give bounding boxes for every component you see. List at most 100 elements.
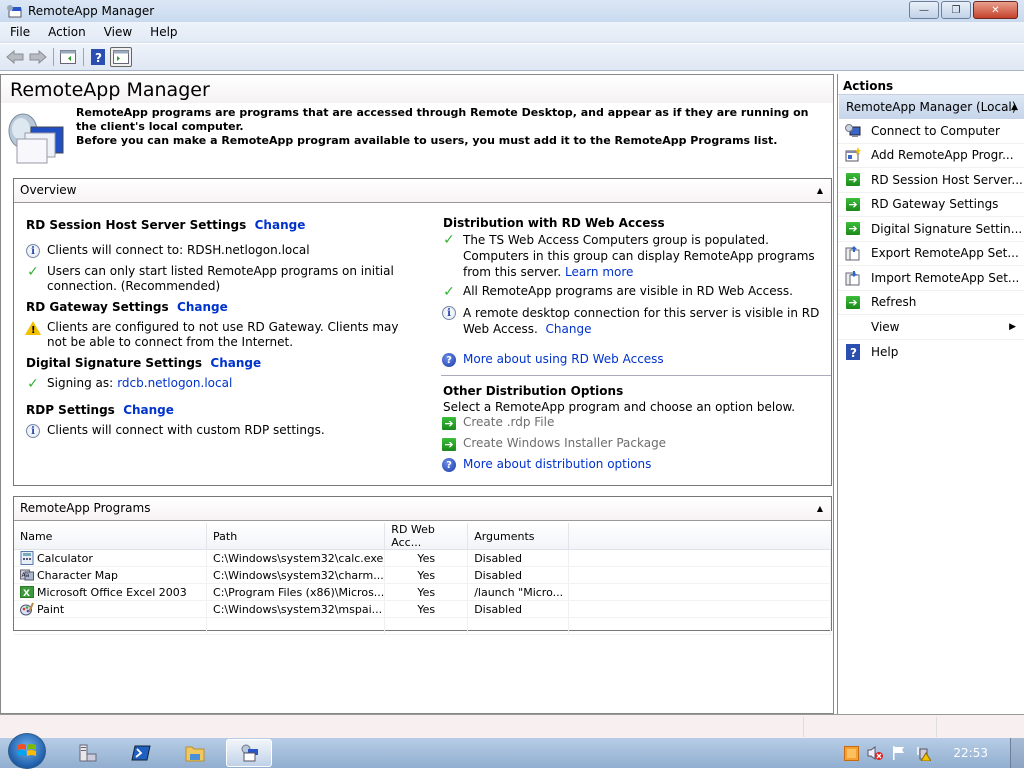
create-rdp-link[interactable]: Create .rdp File xyxy=(463,415,554,431)
learn-more-link[interactable]: Learn more xyxy=(565,265,633,279)
program-rdweb: Yes xyxy=(384,583,469,601)
calculator-icon xyxy=(20,551,34,565)
collapse-overview-icon[interactable]: ▲ xyxy=(817,179,823,202)
action-help[interactable]: ? Help xyxy=(838,340,1024,365)
menu-action[interactable]: Action xyxy=(38,25,94,39)
taskbar-remoteapp-manager[interactable] xyxy=(226,739,272,767)
programs-table: Name Path RD Web Acc... Arguments Calcul… xyxy=(14,523,831,635)
green-arrow-icon: ➔ xyxy=(442,416,456,430)
create-rdp-item[interactable]: ➔ Create .rdp File xyxy=(441,415,554,431)
show-desktop-button[interactable] xyxy=(1010,738,1024,768)
gateway-settings-title: RD Gateway Settings xyxy=(26,300,169,314)
programs-header[interactable]: RemoteApp Programs ▲ xyxy=(14,497,831,521)
action-rdsh-server-settings[interactable]: ➔ RD Session Host Server... xyxy=(838,168,1024,193)
action-rd-gateway-settings[interactable]: ➔ RD Gateway Settings xyxy=(838,193,1024,217)
overview-header[interactable]: Overview ▲ xyxy=(14,179,831,203)
close-button[interactable]: ✕ xyxy=(973,1,1018,19)
tray-flag[interactable] xyxy=(891,745,907,761)
overview-title: Overview xyxy=(20,183,77,197)
restore-icon: ❐ xyxy=(951,4,961,16)
more-distribution-item: ? More about distribution options xyxy=(441,457,651,473)
signing-cert-link[interactable]: rdcb.netlogon.local xyxy=(117,376,232,392)
more-about-distribution-link[interactable]: More about distribution options xyxy=(463,457,651,473)
signing-prefix: Signing as: xyxy=(47,376,114,390)
action-label: Refresh xyxy=(871,295,917,310)
action-view[interactable]: View ▶ xyxy=(838,315,1024,340)
start-button[interactable] xyxy=(8,733,46,769)
check-icon: ✓ xyxy=(443,283,455,300)
signature-change-link[interactable]: Change xyxy=(210,356,261,370)
table-row[interactable]: Paint C:\Windows\system32\mspai... Yes D… xyxy=(14,600,831,618)
taskbar-powershell[interactable] xyxy=(118,739,164,767)
intro-line-1: RemoteApp programs are programs that are… xyxy=(76,106,809,133)
help-circle-icon: ? xyxy=(442,458,456,472)
rdsh-connect-item: i Clients will connect to: RDSH.netlogon… xyxy=(25,243,405,259)
title-bar: RemoteApp Manager — ❐ ✕ xyxy=(0,0,1024,22)
toolbar-separator xyxy=(83,48,84,66)
menu-file[interactable]: File xyxy=(0,25,38,39)
column-header-name[interactable]: Name xyxy=(14,523,208,550)
taskbar-explorer[interactable] xyxy=(172,739,218,767)
svg-text:Aa: Aa xyxy=(22,572,30,579)
table-row[interactable]: Aa Character Map C:\Windows\system32\char… xyxy=(14,566,831,584)
action-label: Digital Signature Settin... xyxy=(871,221,1023,236)
tray-network[interactable] xyxy=(915,745,932,761)
taskbar-clock[interactable]: 22:53 xyxy=(953,746,988,760)
back-button[interactable] xyxy=(4,47,26,67)
action-import-remoteapp-settings[interactable]: Import RemoteApp Set... xyxy=(838,266,1024,291)
submenu-arrow-icon: ▶ xyxy=(1009,321,1016,332)
web-access-group-desc: The TS Web Access Computers group is pop… xyxy=(463,233,815,279)
column-header-path[interactable]: Path xyxy=(206,523,386,550)
column-header-arguments[interactable]: Arguments xyxy=(467,523,570,550)
help-button[interactable]: ? xyxy=(87,47,109,67)
program-rdweb: Yes xyxy=(384,566,469,584)
svg-text:?: ? xyxy=(850,346,857,360)
actions-group-title: RemoteApp Manager (Local) xyxy=(846,100,1017,114)
svg-text:?: ? xyxy=(95,51,102,65)
collapse-programs-icon[interactable]: ▲ xyxy=(817,497,823,520)
table-row[interactable]: X Microsoft Office Excel 2003 C:\Program … xyxy=(14,583,831,601)
rdsh-settings-title: RD Session Host Server Settings xyxy=(26,218,247,232)
restore-button[interactable]: ❐ xyxy=(941,1,971,19)
forward-button[interactable] xyxy=(27,47,49,67)
more-about-web-access-link[interactable]: More about using RD Web Access xyxy=(463,352,664,368)
signing-item: ✓ Signing as: rdcb.netlogon.local xyxy=(25,376,405,392)
signature-settings-heading: Digital Signature Settings Change xyxy=(26,356,261,370)
program-rdweb: Yes xyxy=(384,549,469,567)
tray-volume[interactable] xyxy=(867,745,884,761)
create-msi-item[interactable]: ➔ Create Windows Installer Package xyxy=(441,436,666,452)
column-header-rdweb[interactable]: RD Web Acc... xyxy=(384,523,469,550)
menu-help[interactable]: Help xyxy=(140,25,185,39)
action-export-remoteapp-settings[interactable]: Export RemoteApp Set... xyxy=(838,242,1024,266)
signature-settings-title: Digital Signature Settings xyxy=(26,356,203,370)
menu-view[interactable]: View xyxy=(94,25,140,39)
rdp-settings-title: RDP Settings xyxy=(26,403,115,417)
program-path: C:\Windows\system32\calc.exe xyxy=(206,549,386,567)
action-label: Connect to Computer xyxy=(871,123,1000,138)
rdp-change-link[interactable]: Change xyxy=(123,403,174,417)
action-digital-signature-settings[interactable]: ➔ Digital Signature Settin... xyxy=(838,217,1024,242)
collapse-actions-group-icon[interactable]: ▲ xyxy=(1011,95,1018,119)
rdsh-listed-programs-item: ✓ Users can only start listed RemoteApp … xyxy=(25,264,405,294)
show-hide-console-tree-icon xyxy=(60,50,76,64)
table-row[interactable]: Calculator C:\Windows\system32\calc.exe … xyxy=(14,549,831,567)
action-label: Export RemoteApp Set... xyxy=(871,246,1019,261)
tray-action-center[interactable] xyxy=(843,745,859,761)
actions-group-header[interactable]: RemoteApp Manager (Local) ▲ xyxy=(839,95,1024,119)
volume-muted-icon xyxy=(867,746,884,760)
action-refresh[interactable]: ➔ Refresh xyxy=(838,291,1024,315)
import-icon xyxy=(845,270,861,286)
row-filler xyxy=(568,566,831,584)
rdsh-change-link[interactable]: Change xyxy=(255,218,306,232)
paint-icon xyxy=(20,602,34,616)
action-add-remoteapp-programs[interactable]: Add RemoteApp Progr... xyxy=(838,144,1024,168)
action-connect-to-computer[interactable]: Connect to Computer xyxy=(838,119,1024,144)
taskbar-server-manager[interactable] xyxy=(64,739,110,767)
program-args: Disabled xyxy=(467,566,570,584)
show-hide-action-pane-button[interactable] xyxy=(110,47,132,67)
create-msi-link[interactable]: Create Windows Installer Package xyxy=(463,436,666,452)
show-hide-console-tree-button[interactable] xyxy=(57,47,79,67)
gateway-change-link[interactable]: Change xyxy=(177,300,228,314)
web-access-change-link[interactable]: Change xyxy=(546,322,592,336)
minimize-button[interactable]: — xyxy=(909,1,939,19)
